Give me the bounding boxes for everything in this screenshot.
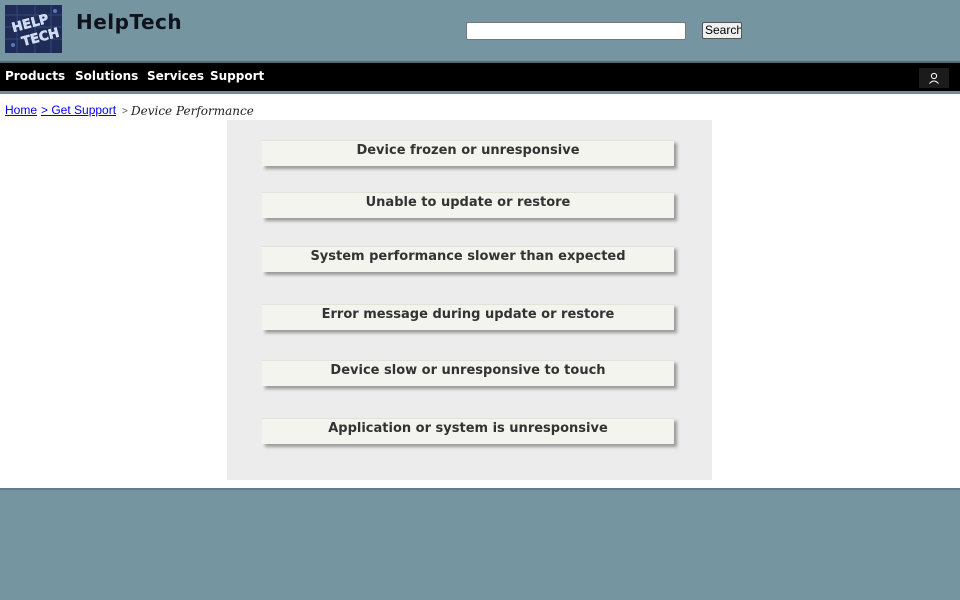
search-button[interactable]: Search <box>702 22 742 39</box>
brand-name: HelpTech <box>76 10 183 34</box>
nav-divider <box>0 91 960 94</box>
breadcrumb-home-link[interactable]: Home <box>5 103 37 117</box>
issue-device-frozen[interactable]: Device frozen or unresponsive <box>262 140 674 166</box>
main-nav: Products Solutions Services Support <box>0 63 960 91</box>
helptech-logo[interactable]: HELP TECH <box>5 5 62 53</box>
issue-list-panel: Device frozen or unresponsive Unable to … <box>227 120 712 480</box>
header-bar: HELP TECH HelpTech Search <box>0 0 960 61</box>
search-input[interactable] <box>466 22 686 40</box>
nav-item-products[interactable]: Products <box>5 69 65 83</box>
nav-item-support[interactable]: Support <box>210 69 264 83</box>
nav-item-services[interactable]: Services <box>147 69 204 83</box>
nav-item-solutions[interactable]: Solutions <box>75 69 138 83</box>
issue-performance-slow[interactable]: System performance slower than expected <box>262 246 674 272</box>
issue-unable-to-update[interactable]: Unable to update or restore <box>262 192 674 218</box>
issue-touch-unresponsive[interactable]: Device slow or unresponsive to touch <box>262 360 674 386</box>
breadcrumb-get-support-link[interactable]: > Get Support <box>41 103 116 117</box>
issue-app-unresponsive[interactable]: Application or system is unresponsive <box>262 418 674 444</box>
person-icon <box>929 72 939 84</box>
issue-error-message[interactable]: Error message during update or restore <box>262 304 674 330</box>
breadcrumb-current-page: Device Performance <box>131 104 254 118</box>
breadcrumb-separator: > <box>122 106 128 117</box>
footer-bar <box>0 490 960 600</box>
user-account-button[interactable] <box>919 68 949 88</box>
